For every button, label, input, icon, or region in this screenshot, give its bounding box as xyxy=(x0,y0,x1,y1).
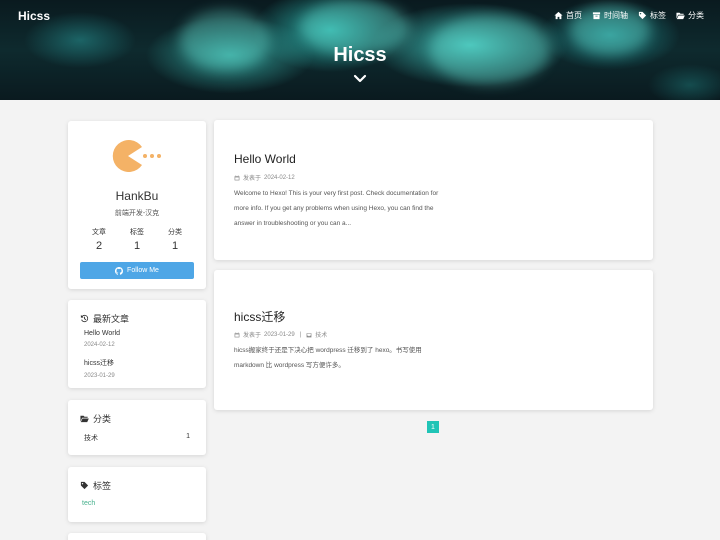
stat-categories[interactable]: 分类 1 xyxy=(156,227,194,252)
tags-icon xyxy=(80,481,89,490)
tag-link[interactable]: tech xyxy=(82,500,95,507)
stat-value: 2 xyxy=(95,240,103,252)
post-category-link[interactable]: 技术 xyxy=(315,330,327,339)
inbox-icon xyxy=(306,332,312,337)
recent-post-date: 2024-02-12 xyxy=(84,342,115,348)
stat-value: 1 xyxy=(133,240,141,252)
stat-label: 标签 xyxy=(130,229,144,236)
stat-label: 分类 xyxy=(168,229,182,236)
widget-title: 最新文章 xyxy=(80,312,129,325)
folder-open-icon xyxy=(80,415,89,423)
github-icon xyxy=(115,266,124,275)
post-excerpt: Welcome to Hexo! This is your very first… xyxy=(234,190,439,227)
top-nav: 首页 时间轴 标签 分类 xyxy=(554,10,704,21)
post-meta: 发表于 2024-02-12 xyxy=(234,173,295,182)
author-name: HankBu xyxy=(115,189,159,203)
profile-card: HankBu 前端开发-汉克 文章 2 标签 1 分类 1 Follow Me xyxy=(68,121,206,289)
post-date: 2023-01-29 xyxy=(264,331,295,338)
post-date: 2024-02-12 xyxy=(264,174,295,181)
categories-widget: 分类 技术 1 xyxy=(68,400,206,455)
recent-post-item[interactable]: hicss迁移 2023-01-29 xyxy=(84,358,115,379)
pacman-dot xyxy=(143,154,147,158)
stat-value: 1 xyxy=(171,240,179,252)
author-description: 前端开发-汉克 xyxy=(114,210,160,217)
calendar-icon xyxy=(234,331,240,337)
chevron-down-icon[interactable] xyxy=(353,74,367,84)
nav-item-label: 时间轴 xyxy=(604,11,628,20)
post-excerpt: hicss搬家终于还是下决心把 wordpress 迁移到了 hexo。书写使用… xyxy=(234,347,422,369)
calendar-icon xyxy=(234,174,240,180)
pacman-dot xyxy=(150,154,154,158)
stat-articles[interactable]: 文章 2 xyxy=(80,227,118,252)
tags-icon xyxy=(638,11,647,20)
site-brand[interactable]: Hicss xyxy=(18,9,50,23)
stat-tags[interactable]: 标签 1 xyxy=(118,227,156,252)
post-card: Hello World 发表于 2024-02-12 Welcome to He… xyxy=(214,120,653,260)
category-count: 1 xyxy=(186,433,190,440)
post-title[interactable]: Hello World xyxy=(234,152,296,166)
nav-item-timeline[interactable]: 时间轴 xyxy=(592,10,628,21)
nav-item-label: 首页 xyxy=(566,11,582,20)
recent-post-item[interactable]: Hello World 2024-02-12 xyxy=(84,330,120,348)
post-card: hicss迁移 发表于 2023-01-29 | 技术 hicss搬家终于还是下… xyxy=(214,270,653,410)
post-date-prefix: 发表于 xyxy=(243,333,262,339)
widget-title-label: 最新文章 xyxy=(93,314,130,324)
recent-post-date: 2023-01-29 xyxy=(84,373,115,379)
recent-posts-widget: 最新文章 Hello World 2024-02-12 hicss迁移 2023… xyxy=(68,300,206,388)
nav-item-label: 分类 xyxy=(688,11,704,20)
pagination-current-page[interactable]: 1 xyxy=(427,421,439,433)
nav-item-label: 标签 xyxy=(650,11,666,20)
pacman-shape xyxy=(112,140,142,172)
profile-stats: 文章 2 标签 1 分类 1 xyxy=(80,227,194,252)
widget-title-label: 标签 xyxy=(93,481,112,491)
post-title[interactable]: hicss迁移 xyxy=(234,308,285,325)
post-meta: 发表于 2023-01-29 | 技术 xyxy=(234,330,327,339)
category-item[interactable]: 技术 1 xyxy=(84,433,190,443)
widget-title: 标签 xyxy=(80,479,111,492)
folder-open-icon xyxy=(676,12,685,20)
nav-item-categories[interactable]: 分类 xyxy=(676,10,704,21)
nav-item-tags[interactable]: 标签 xyxy=(638,10,666,21)
pacman-dot xyxy=(157,154,161,158)
hero-banner: Hicss 首页 时间轴 标签 分类 Hicss xyxy=(0,0,720,100)
widget-title-label: 分类 xyxy=(93,414,112,424)
post-date-prefix: 发表于 xyxy=(243,176,262,182)
nav-item-home[interactable]: 首页 xyxy=(554,10,582,21)
follow-me-button[interactable]: Follow Me xyxy=(80,262,194,279)
widget-title: 分类 xyxy=(80,412,111,425)
recent-post-title: Hello World xyxy=(84,330,121,337)
home-icon xyxy=(554,11,563,20)
archive-icon xyxy=(592,12,601,20)
meta-separator: | xyxy=(299,331,302,338)
category-name: 技术 xyxy=(84,435,98,442)
tags-widget: 标签 tech xyxy=(68,467,206,522)
history-icon xyxy=(80,314,89,323)
stat-label: 文章 xyxy=(92,229,106,236)
follow-label: Follow Me xyxy=(127,267,159,274)
hero-title: Hicss xyxy=(333,44,387,66)
avatar xyxy=(112,140,161,172)
next-widget xyxy=(68,533,206,540)
recent-post-title: hicss迁移 xyxy=(84,360,114,367)
